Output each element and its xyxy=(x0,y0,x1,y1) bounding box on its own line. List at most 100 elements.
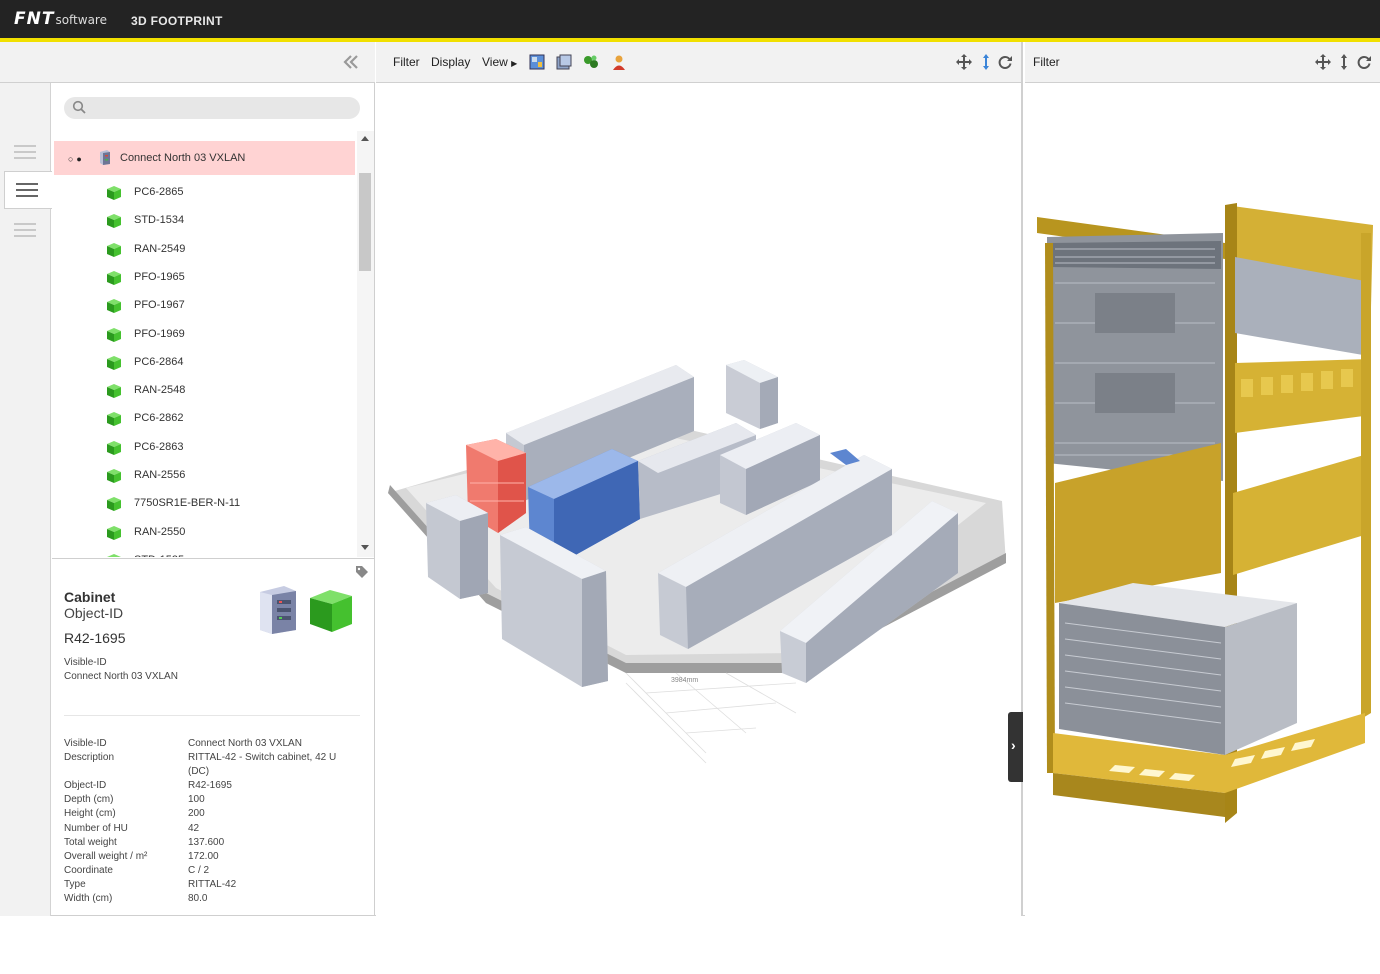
tree-root-item[interactable]: ○● Connect North 03 VXLAN xyxy=(54,141,355,175)
floor-3d-canvas[interactable]: 3984mm xyxy=(376,83,1021,916)
property-key: Description xyxy=(64,752,115,764)
user-icon[interactable] xyxy=(611,54,627,70)
app-header: FNTsoftware 3D FOOTPRINT xyxy=(0,0,1380,42)
tree-item[interactable]: RAN-2550 xyxy=(106,523,356,543)
tree-item[interactable]: STD-1534 xyxy=(106,211,356,231)
property-value: C / 2 xyxy=(188,864,210,876)
tree-item[interactable]: 7750SR1E-BER-N-11 xyxy=(106,494,356,514)
property-row: Total weight 137.600 xyxy=(64,836,364,850)
view-menu-label: View xyxy=(482,55,508,69)
double-chevron-left-icon xyxy=(343,55,358,69)
green-cube-icon xyxy=(107,214,121,229)
property-value: 137.600 xyxy=(188,836,225,848)
property-row: Visible-ID Connect North 03 VXLAN xyxy=(64,737,364,751)
property-row: Type RITTAL-42 xyxy=(64,878,364,892)
object-id-value: R42-1695 xyxy=(64,630,126,646)
view-switcher-rail xyxy=(0,83,52,916)
cabinet-3d-canvas[interactable] xyxy=(1025,83,1380,916)
tree-item[interactable]: RAN-2548 xyxy=(106,381,356,401)
tree-item[interactable]: STD-1535 xyxy=(106,551,356,557)
property-value: 80.0 xyxy=(188,893,208,905)
floor-grid xyxy=(625,672,797,764)
collapse-panel-button[interactable] xyxy=(343,53,359,76)
fnt-logo: FNTsoftware xyxy=(14,9,107,29)
tree-item-label: PFO-1965 xyxy=(134,270,185,283)
view-menu[interactable]: View ▶ xyxy=(482,55,517,69)
tag-icon[interactable] xyxy=(356,566,368,578)
green-cube-icon xyxy=(107,384,121,399)
center-toolbar: Filter Display View ▶ xyxy=(376,42,1021,83)
scroll-thumb[interactable] xyxy=(359,173,371,271)
property-value: R42-1695 xyxy=(188,780,232,792)
tree-item[interactable]: PC6-2864 xyxy=(106,353,356,373)
green-cube-icon xyxy=(107,186,121,200)
search-icon xyxy=(72,100,86,114)
vertical-arrow-icon[interactable] xyxy=(1336,54,1352,70)
move-arrows-icon[interactable] xyxy=(956,54,972,70)
rack-icon xyxy=(100,150,110,165)
property-row: Height (cm) 200 xyxy=(64,807,364,821)
left-panel: ○● Connect North 03 VXLAN PC6-2865 STD-15… xyxy=(0,42,375,916)
property-row: Width (cm) 80.0 xyxy=(64,892,364,906)
list-view-button-3[interactable] xyxy=(14,223,36,239)
green-cube-icon xyxy=(107,412,121,427)
property-value: Connect North 03 VXLAN xyxy=(188,738,302,749)
tree-item[interactable]: PFO-1965 xyxy=(106,268,356,288)
tree-item-label: PC6-2864 xyxy=(134,355,184,368)
move-arrows-icon[interactable] xyxy=(1315,54,1331,70)
rack-side-panel-left xyxy=(1055,443,1221,603)
tree-item[interactable]: RAN-2549 xyxy=(106,240,356,260)
tree-item-label: PC6-2865 xyxy=(134,186,184,198)
list-view-button-active[interactable] xyxy=(4,171,52,209)
display-menu[interactable]: Display xyxy=(431,55,470,69)
property-row: Overall weight / m² 172.00 xyxy=(64,850,364,864)
tree-item[interactable]: PC6-2862 xyxy=(106,409,356,429)
refresh-icon[interactable] xyxy=(1356,54,1372,70)
tree-item-label: RAN-2549 xyxy=(134,242,186,255)
property-value: RITTAL-42 - Switch cabinet, 42 U (DC) xyxy=(188,752,337,778)
property-value: 100 xyxy=(188,794,205,806)
app-title: 3D FOOTPRINT xyxy=(131,14,223,28)
tree-scrollbar[interactable] xyxy=(357,131,374,557)
property-key: Object-ID xyxy=(64,780,107,792)
tree-item-label: PC6-2863 xyxy=(134,440,184,453)
logo-text: FNT xyxy=(14,9,55,29)
tree-item-label: PFO-1969 xyxy=(134,327,185,340)
property-key: Total weight xyxy=(64,836,117,848)
scroll-down-arrow-icon[interactable] xyxy=(361,545,369,550)
tree-item-label: RAN-2550 xyxy=(134,525,186,538)
tree-item[interactable]: PC6-2865 xyxy=(106,183,356,203)
search-input[interactable] xyxy=(92,97,352,119)
rack-switch-upper xyxy=(1047,233,1223,481)
tree-item[interactable]: PFO-1967 xyxy=(106,296,356,316)
details-panel: Cabinet Object-ID R42-1695 Visible-ID Co… xyxy=(52,558,374,916)
property-key: Visible-ID xyxy=(64,738,107,749)
filter-menu[interactable]: Filter xyxy=(393,55,420,69)
property-key: Depth (cm) xyxy=(64,794,114,806)
property-key: Width (cm) xyxy=(64,893,113,905)
object-type: Cabinet xyxy=(64,589,116,605)
property-row: Number of HU 42 xyxy=(64,822,364,836)
tree-item[interactable]: RAN-2556 xyxy=(106,466,356,486)
layout-icon[interactable] xyxy=(556,54,572,70)
scroll-up-arrow-icon[interactable] xyxy=(361,136,369,141)
right-filter-menu[interactable]: Filter xyxy=(1033,55,1060,69)
property-key: Overall weight / m² xyxy=(64,850,148,862)
tree-item-label: RAN-2548 xyxy=(134,384,186,397)
network-icon[interactable] xyxy=(583,54,599,70)
refresh-icon[interactable] xyxy=(997,54,1013,70)
cabinet-icon xyxy=(260,586,296,634)
floorplan-icon[interactable] xyxy=(529,54,545,70)
tree-item[interactable]: PFO-1969 xyxy=(106,325,356,345)
property-key: Height (cm) xyxy=(64,808,116,820)
green-cube-icon xyxy=(107,440,121,455)
green-cube-icon xyxy=(107,355,121,370)
expand-panel-button[interactable]: › xyxy=(1008,712,1023,782)
green-cube-icon xyxy=(107,327,121,342)
workspace: ○● Connect North 03 VXLAN PC6-2865 STD-15… xyxy=(0,42,1380,916)
visible-id-label: Visible-ID xyxy=(64,657,107,668)
tree-item[interactable]: PC6-2863 xyxy=(106,438,356,458)
tree-search[interactable] xyxy=(64,97,360,119)
list-view-button-1[interactable] xyxy=(14,145,36,161)
vertical-arrow-icon[interactable] xyxy=(978,54,994,70)
